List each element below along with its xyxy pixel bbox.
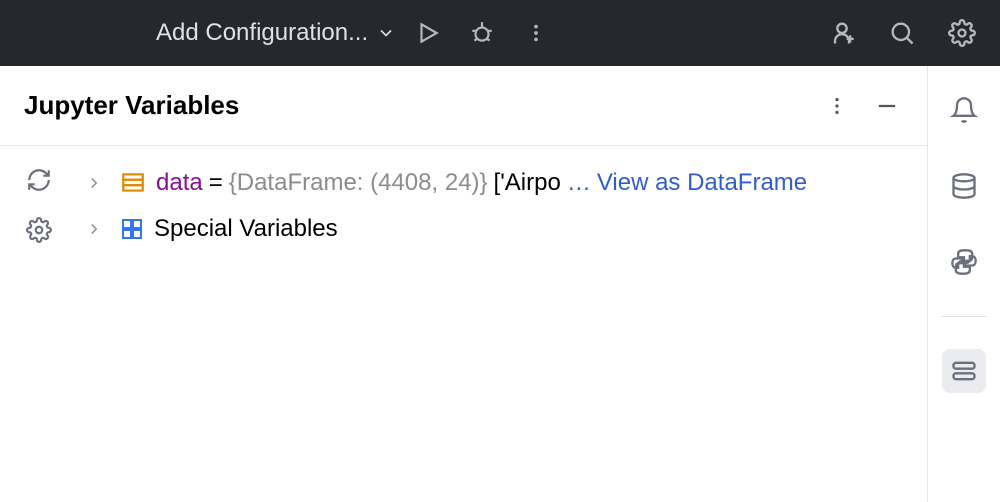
variable-row-data[interactable]: data = {DataFrame: (4408, 24)} ['Airpo…V… <box>78 160 927 206</box>
refresh-button[interactable] <box>23 164 55 196</box>
variable-preview: ['Airpo <box>494 169 561 197</box>
python-console-button[interactable] <box>942 240 986 284</box>
right-tool-rail <box>928 66 1000 502</box>
panel-header: Jupyter Variables <box>0 66 927 146</box>
view-as-dataframe-link[interactable]: View as DataFrame <box>597 169 807 197</box>
search-button[interactable] <box>880 11 924 55</box>
configuration-label: Add Configuration... <box>156 19 368 47</box>
panel-header-actions <box>821 90 903 122</box>
expand-chevron-icon[interactable] <box>78 174 110 192</box>
toolbar-left-group: Add Configuration... <box>156 11 558 55</box>
truncation-ellipsis: … <box>567 169 591 197</box>
run-button[interactable] <box>406 11 450 55</box>
group-icon <box>120 217 144 241</box>
debug-button[interactable] <box>460 11 504 55</box>
panel-title: Jupyter Variables <box>24 90 239 121</box>
panel-options-button[interactable] <box>821 90 853 122</box>
special-variables-label: Special Variables <box>154 215 338 243</box>
main-area: Jupyter Variables <box>0 66 1000 502</box>
minimize-panel-button[interactable] <box>871 90 903 122</box>
toolbar-right-group <box>820 11 984 55</box>
database-button[interactable] <box>942 164 986 208</box>
expand-chevron-icon[interactable] <box>78 220 110 238</box>
equals-sign: = <box>209 169 223 197</box>
panel-gutter <box>0 146 78 502</box>
panel-body: data = {DataFrame: (4408, 24)} ['Airpo…V… <box>0 146 927 502</box>
settings-button[interactable] <box>940 11 984 55</box>
notifications-button[interactable] <box>942 88 986 132</box>
dataframe-icon <box>120 170 146 196</box>
variables-tree: data = {DataFrame: (4408, 24)} ['Airpo…V… <box>78 146 927 502</box>
top-toolbar: Add Configuration... <box>0 0 1000 66</box>
variable-name: data <box>156 169 203 197</box>
variable-row-special[interactable]: Special Variables <box>78 206 927 252</box>
variable-type: {DataFrame: (4408, 24)} <box>229 169 488 197</box>
variables-settings-button[interactable] <box>23 214 55 246</box>
rail-separator <box>942 316 986 317</box>
jupyter-variables-panel: Jupyter Variables <box>0 66 928 502</box>
variable-text: data = {DataFrame: (4408, 24)} ['Airpo…V… <box>156 169 927 197</box>
code-with-me-button[interactable] <box>820 11 864 55</box>
chevron-down-icon <box>376 23 396 43</box>
run-configuration-dropdown[interactable]: Add Configuration... <box>156 19 396 47</box>
more-actions-button[interactable] <box>514 11 558 55</box>
jupyter-variables-rail-button[interactable] <box>942 349 986 393</box>
